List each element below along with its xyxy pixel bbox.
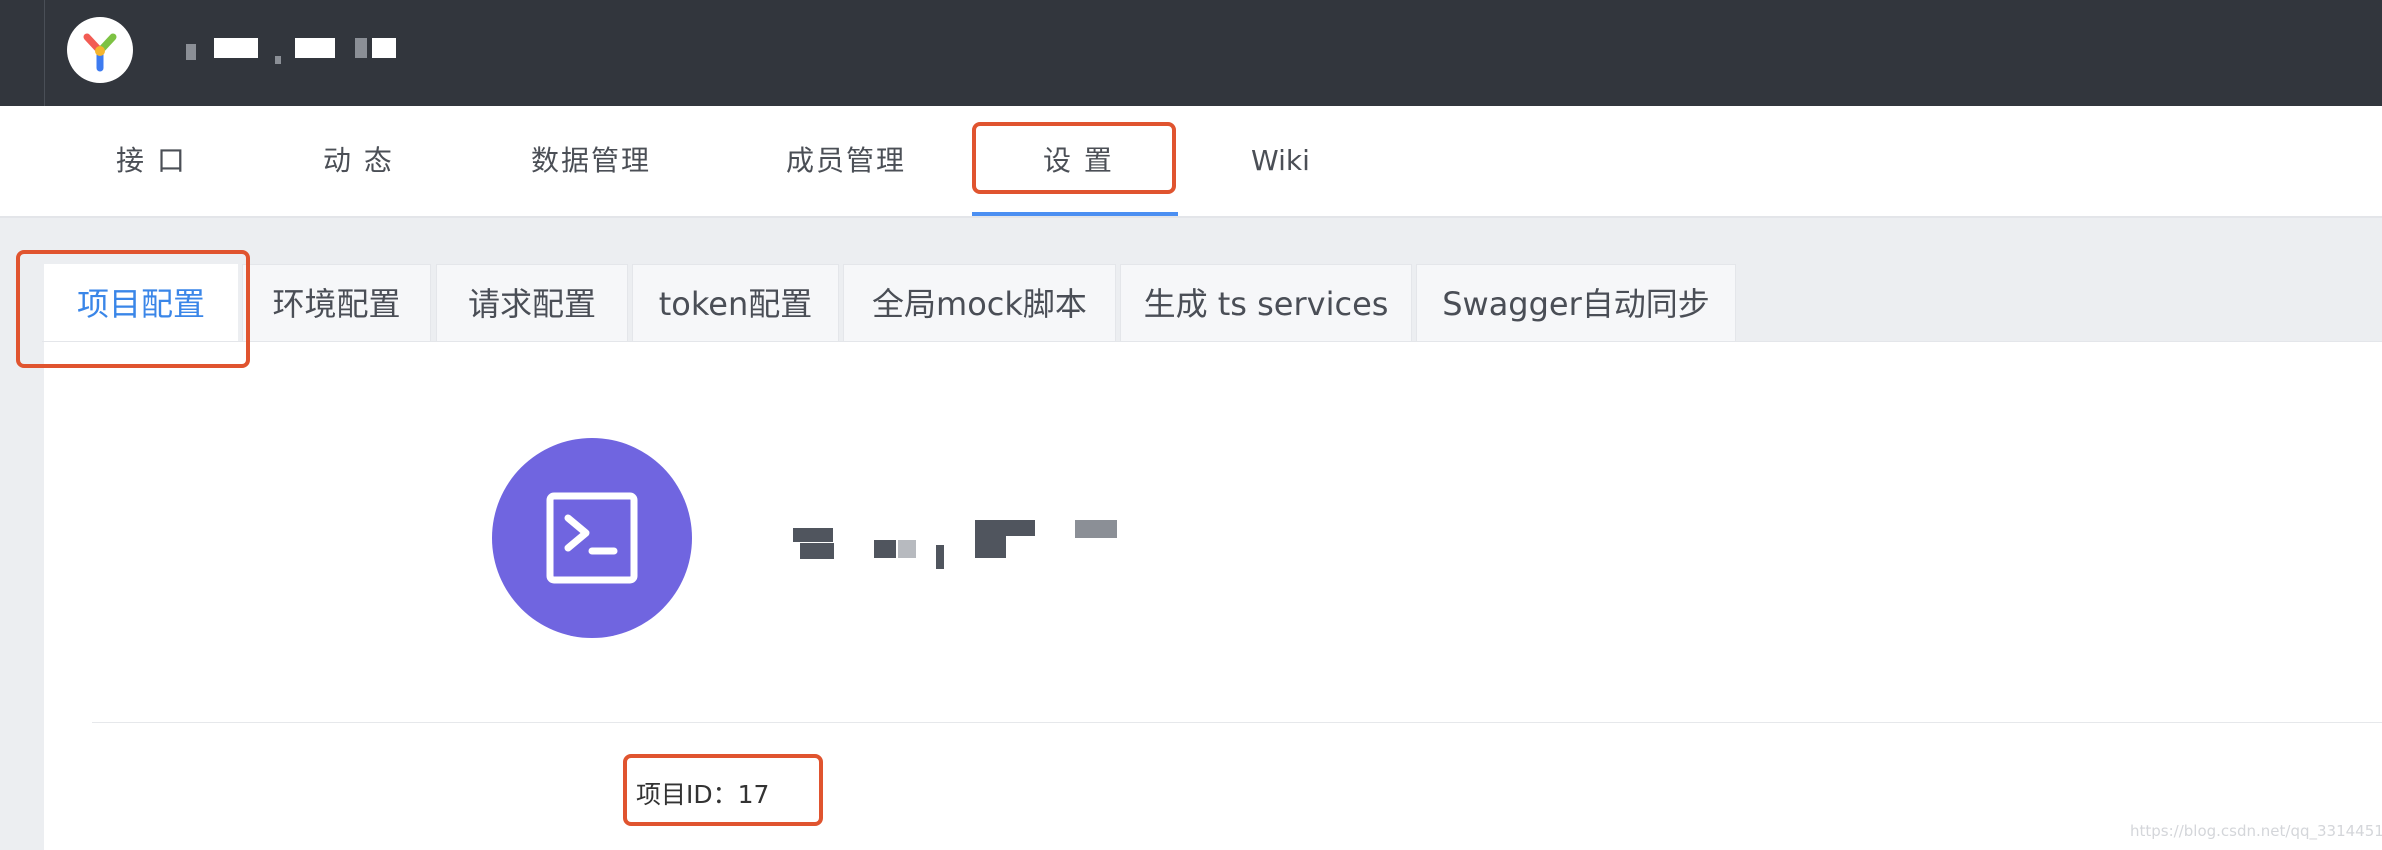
nav-item-data-management[interactable]: 数据管理 bbox=[531, 106, 651, 216]
content-divider bbox=[92, 722, 2382, 723]
nav-item-settings[interactable]: 设 置 bbox=[1043, 106, 1114, 216]
terminal-icon[interactable] bbox=[492, 438, 692, 638]
project-nav: 接 口 动 态 数据管理 成员管理 设 置 Wiki bbox=[0, 106, 2382, 218]
tab-environment-config[interactable]: 环境配置 bbox=[242, 264, 431, 342]
nav-active-underline bbox=[972, 212, 1178, 216]
tab-swagger-auto-sync[interactable]: Swagger自动同步 bbox=[1416, 264, 1736, 342]
tab-request-config[interactable]: 请求配置 bbox=[436, 264, 628, 342]
nav-item-activity[interactable]: 动 态 bbox=[323, 106, 394, 216]
project-config-panel bbox=[44, 342, 2382, 850]
tab-global-mock-script[interactable]: 全局mock脚本 bbox=[843, 264, 1116, 342]
tab-token-config[interactable]: token配置 bbox=[632, 264, 839, 342]
header-divider bbox=[44, 0, 45, 106]
nav-item-interface[interactable]: 接 口 bbox=[116, 106, 187, 216]
project-id-label: 项目ID：17 bbox=[636, 780, 770, 809]
tab-project-config[interactable]: 项目配置 bbox=[44, 264, 238, 342]
nav-item-wiki[interactable]: Wiki bbox=[1251, 106, 1310, 216]
top-header bbox=[0, 0, 2382, 106]
nav-item-member-management[interactable]: 成员管理 bbox=[786, 106, 906, 216]
yapi-logo-icon[interactable] bbox=[67, 17, 133, 83]
tab-generate-ts-services[interactable]: 生成 ts services bbox=[1120, 264, 1412, 342]
watermark: https://blog.csdn.net/qq_33144515 bbox=[2130, 822, 2382, 840]
